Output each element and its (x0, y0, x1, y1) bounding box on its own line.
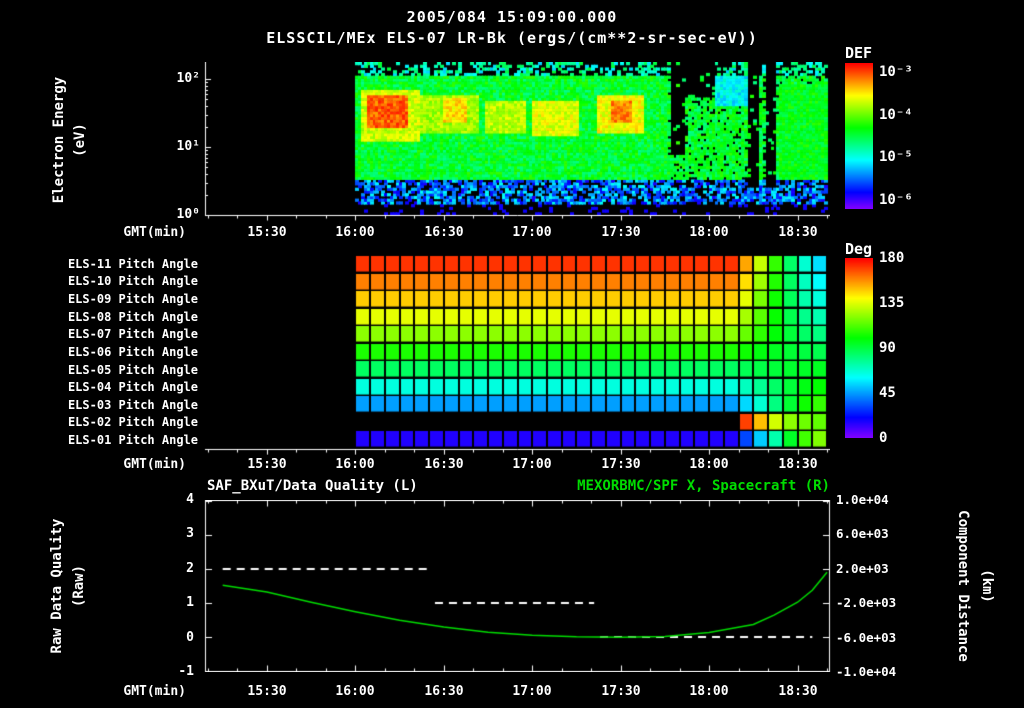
panel2-xaxis-title: GMT(min) (123, 457, 186, 472)
ytick-label: -6.0e+03 (836, 629, 897, 645)
row-label: ELS-08 Pitch Angle (67, 309, 198, 324)
colorbar-tick: 10⁻⁴ (879, 106, 913, 123)
time-tick: 18:30 (778, 684, 818, 699)
ytick-label: 2.0e+03 (836, 560, 889, 576)
time-tick: 15:30 (247, 684, 287, 699)
colorbar-tick: 90 (879, 340, 896, 356)
colorbar-tick: 10⁻⁵ (879, 149, 913, 166)
panel1-ylabel-units: (eV) (72, 123, 88, 157)
panel3-ylabel-left-units: (Raw) (71, 564, 87, 608)
colorbar2-tick-labels: 180 135 90 45 0 (879, 249, 923, 447)
panel3-ylabel-right: Component Distance (955, 510, 971, 662)
row-label: ELS-10 Pitch Angle (67, 274, 198, 289)
time-tick: 16:00 (335, 225, 375, 240)
time-tick: 18:30 (778, 225, 818, 240)
ytick-label: -1.0e+04 (836, 663, 897, 679)
panel3-title-left: SAF_BXuT/Data Quality (L) (207, 478, 418, 494)
panel3-title-right: MEXORBMC/SPF X, Spacecraft (R) (577, 478, 830, 494)
row-label: ELS-11 Pitch Angle (67, 256, 198, 271)
time-tick: 16:00 (335, 457, 375, 472)
row-label: ELS-03 Pitch Angle (67, 397, 198, 412)
ytick-label: 3 (186, 526, 194, 542)
time-tick: 18:30 (778, 457, 818, 472)
time-tick: 17:30 (601, 457, 641, 472)
colorbar2-title: Deg (845, 240, 873, 258)
row-label: ELS-07 Pitch Angle (67, 327, 198, 342)
plot-screen: 2005/084 15:09:00.000 ELSSCIL/MEx ELS-07… (0, 0, 1024, 708)
energy-spectrogram-canvas (196, 62, 830, 222)
time-tick: 18:00 (689, 457, 729, 472)
ytick-label: 10² (176, 71, 200, 86)
deg-colorbar (845, 258, 873, 438)
row-label: ELS-02 Pitch Angle (67, 415, 198, 430)
time-tick: 16:30 (424, 457, 464, 472)
ytick-label: 1.0e+04 (836, 492, 889, 507)
quality-distance-canvas (196, 500, 836, 672)
time-tick: 16:30 (424, 684, 464, 699)
panel3-ylabel-right-units: (km) (979, 569, 995, 603)
panel3-right-tick-labels: 1.0e+04 6.0e+03 2.0e+03 -2.0e+03 -6.0e+0… (836, 491, 916, 681)
pitch-row-labels: ELS-11 Pitch Angle ELS-10 Pitch Angle EL… (4, 255, 198, 449)
ytick-label: 4 (186, 492, 194, 507)
ytick-label: 10⁰ (176, 207, 200, 222)
time-tick: 17:30 (601, 684, 641, 699)
ytick-label: 1 (186, 595, 194, 611)
ytick-label: 0 (186, 629, 194, 645)
time-tick: 16:00 (335, 684, 375, 699)
time-tick: 15:30 (247, 225, 287, 240)
colorbar1-tick-labels: 10⁻³ 10⁻⁴ 10⁻⁵ 10⁻⁶ (879, 63, 933, 209)
panel3-left-tick-labels: 4 3 2 1 0 -1 (154, 491, 194, 681)
time-tick: 15:30 (247, 457, 287, 472)
ytick-label: 6.0e+03 (836, 526, 889, 542)
row-label: ELS-05 Pitch Angle (67, 362, 198, 377)
row-label: ELS-09 Pitch Angle (67, 292, 198, 307)
time-tick: 17:00 (512, 684, 552, 699)
time-tick: 18:00 (689, 225, 729, 240)
ytick-label: -2.0e+03 (836, 595, 897, 611)
ytick-label: 2 (186, 560, 194, 576)
colorbar-tick: 0 (879, 430, 888, 446)
colorbar1-title: DEF (845, 44, 873, 62)
time-tick: 16:30 (424, 225, 464, 240)
colorbar-tick: 10⁻³ (879, 64, 913, 80)
title-datetime: 2005/084 15:09:00.000 (406, 8, 618, 26)
colorbar-tick: 135 (879, 295, 905, 311)
pitch-angle-canvas (196, 255, 830, 455)
row-label: ELS-06 Pitch Angle (67, 344, 198, 359)
time-tick: 17:00 (512, 457, 552, 472)
colorbar-tick: 45 (879, 385, 896, 401)
colorbar-tick: 180 (879, 250, 905, 266)
row-label: ELS-01 Pitch Angle (67, 433, 198, 448)
colorbar-tick: 10⁻⁶ (879, 191, 913, 208)
panel1-ylabel: Electron Energy (51, 76, 67, 204)
panel3-xaxis-title: GMT(min) (123, 684, 186, 699)
panel3-ylabel-left: Raw Data Quality (49, 518, 65, 654)
row-label: ELS-04 Pitch Angle (67, 380, 198, 395)
ytick-label: -1 (178, 663, 194, 679)
def-colorbar (845, 63, 873, 209)
time-tick: 17:30 (601, 225, 641, 240)
ytick-label: 10¹ (176, 139, 200, 154)
panel1-xaxis-title: GMT(min) (123, 225, 186, 240)
panel1-ytick-labels: 10² 10¹ 10⁰ (156, 70, 200, 224)
time-tick: 17:00 (512, 225, 552, 240)
time-tick: 18:00 (689, 684, 729, 699)
